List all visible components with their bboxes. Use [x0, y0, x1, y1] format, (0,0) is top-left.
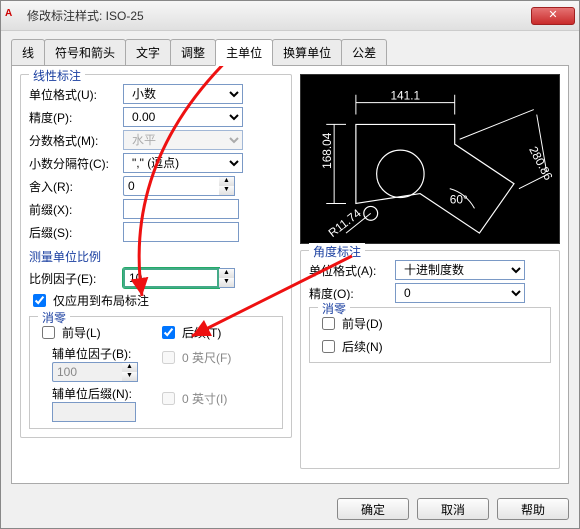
- tab-fit[interactable]: 调整: [170, 39, 216, 65]
- spin-up-icon[interactable]: ▲: [219, 177, 234, 186]
- tab-primary-units[interactable]: 主单位: [215, 39, 273, 66]
- dialog-window: A 修改标注样式: ISO-25 ✕ 线 符号和箭头 文字 调整 主单位 换算单…: [0, 0, 580, 529]
- linear-group: 线性标注 单位格式(U): 小数 精度(P): 0.00 分数格式(M): 水平…: [20, 74, 292, 438]
- decimal-sep-select[interactable]: "," (逗点): [123, 153, 243, 173]
- roundoff-spinner[interactable]: ▲▼: [123, 176, 235, 196]
- zero-group-title: 消零: [38, 309, 70, 326]
- tab-strip: 线 符号和箭头 文字 调整 主单位 换算单位 公差: [11, 39, 569, 66]
- ang-leading-checkbox[interactable]: 前导(D): [318, 314, 542, 333]
- prefix-input[interactable]: [123, 199, 239, 219]
- sub-suffix-input: [52, 402, 136, 422]
- sub-suffix-label: 辅单位后缀(N):: [52, 387, 132, 401]
- tab-alt-units[interactable]: 换算单位: [272, 39, 342, 65]
- layout-only-check[interactable]: [33, 294, 46, 307]
- spin-down-icon[interactable]: ▼: [219, 278, 234, 287]
- trailing-checkbox[interactable]: 后续(T): [158, 323, 231, 342]
- suffix-input[interactable]: [123, 222, 239, 242]
- zero-feet-checkbox: 0 英尺(F): [158, 348, 231, 367]
- tab-symbols[interactable]: 符号和箭头: [44, 39, 126, 65]
- unit-format-select[interactable]: 小数: [123, 84, 243, 104]
- scale-factor-input[interactable]: [123, 268, 219, 288]
- ang-zero-title: 消零: [318, 300, 350, 317]
- preview-pane: 141.1 168.04 280.86 60° R11.74: [300, 74, 560, 244]
- tab-text[interactable]: 文字: [125, 39, 171, 65]
- unit-format-label: 单位格式(U):: [29, 86, 117, 103]
- svg-text:141.1: 141.1: [390, 89, 420, 103]
- fraction-format-select: 水平: [123, 130, 243, 150]
- angular-group-title: 角度标注: [309, 243, 365, 260]
- ang-zero-group: 消零 前导(D) 后续(N): [309, 307, 551, 363]
- cancel-button[interactable]: 取消: [417, 498, 489, 520]
- ang-trailing-checkbox[interactable]: 后续(N): [318, 337, 542, 356]
- ang-precision-label: 精度(O):: [309, 285, 389, 302]
- svg-text:168.04: 168.04: [320, 132, 334, 169]
- window-title: 修改标注样式: ISO-25: [27, 7, 531, 24]
- svg-text:60°: 60°: [450, 192, 468, 206]
- scale-group: 测量单位比例 比例因子(E): ▲▼ 仅应用到布局标注: [29, 246, 283, 312]
- help-button[interactable]: 帮助: [497, 498, 569, 520]
- roundoff-input[interactable]: [123, 176, 219, 196]
- suffix-label: 后缀(S):: [29, 224, 117, 241]
- sub-factor-label: 辅单位因子(B):: [52, 347, 131, 361]
- spin-up-icon[interactable]: ▲: [219, 269, 234, 278]
- close-button[interactable]: ✕: [531, 7, 575, 25]
- tab-tolerances[interactable]: 公差: [341, 39, 387, 65]
- button-bar: 确定 取消 帮助: [1, 490, 579, 528]
- decimal-sep-label: 小数分隔符(C):: [29, 155, 117, 172]
- tab-line[interactable]: 线: [11, 39, 45, 65]
- prefix-label: 前缀(X):: [29, 201, 117, 218]
- scale-group-title: 测量单位比例: [29, 250, 101, 264]
- ok-button[interactable]: 确定: [337, 498, 409, 520]
- angular-group: 角度标注 单位格式(A): 十进制度数 精度(O): 0 消零 前导(D) 后续…: [300, 250, 560, 469]
- ang-unit-format-label: 单位格式(A):: [309, 262, 389, 279]
- spin-down-icon[interactable]: ▼: [219, 186, 234, 195]
- precision-select[interactable]: 0.00: [123, 107, 243, 127]
- ang-precision-select[interactable]: 0: [395, 283, 525, 303]
- titlebar: A 修改标注样式: ISO-25 ✕: [1, 1, 579, 31]
- svg-text:280.86: 280.86: [526, 144, 556, 183]
- content: 线 符号和箭头 文字 调整 主单位 换算单位 公差 线性标注 单位格式(U):: [1, 31, 579, 490]
- tab-panel: 线性标注 单位格式(U): 小数 精度(P): 0.00 分数格式(M): 水平…: [11, 66, 569, 484]
- ang-unit-format-select[interactable]: 十进制度数: [395, 260, 525, 280]
- scale-factor-spinner[interactable]: ▲▼: [123, 268, 235, 288]
- zero-inches-checkbox: 0 英寸(I): [158, 389, 231, 408]
- roundoff-label: 舍入(R):: [29, 178, 117, 195]
- layout-only-label: 仅应用到布局标注: [53, 292, 149, 309]
- linear-group-title: 线性标注: [29, 67, 85, 84]
- zero-group: 消零 前导(L) 辅单位因子(B): ▲▼ 辅单位后缀(N):: [29, 316, 283, 429]
- app-icon: A: [5, 8, 21, 24]
- precision-label: 精度(P):: [29, 109, 117, 126]
- fraction-format-label: 分数格式(M):: [29, 132, 117, 149]
- scale-factor-label: 比例因子(E):: [29, 270, 117, 287]
- sub-factor-input: [52, 362, 122, 382]
- layout-only-checkbox[interactable]: 仅应用到布局标注: [29, 291, 283, 310]
- sub-factor-spinner: ▲▼: [52, 362, 138, 382]
